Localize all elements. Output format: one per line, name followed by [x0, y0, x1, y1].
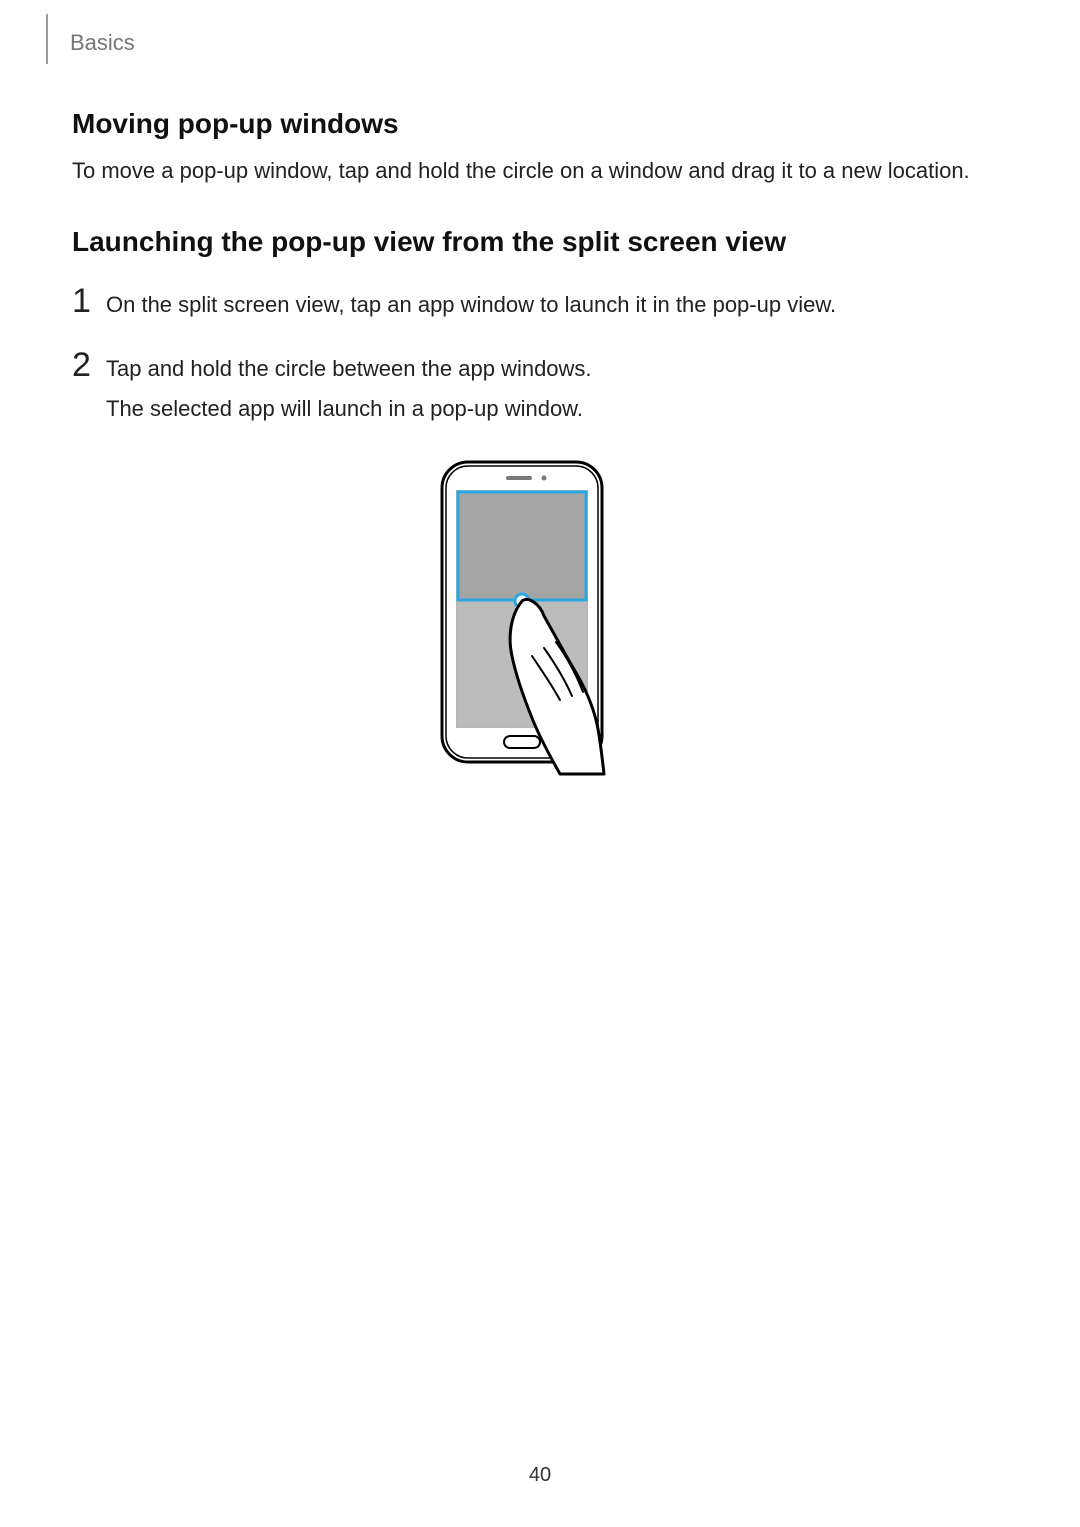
- page-content: Moving pop-up windows To move a pop-up w…: [72, 108, 1012, 786]
- step-body: On the split screen view, tap an app win…: [106, 288, 836, 328]
- body-moving-popups: To move a pop-up window, tap and hold th…: [72, 156, 1012, 186]
- figure-phone-illustration: [72, 456, 1012, 786]
- step-number: 1: [72, 284, 106, 318]
- step-number: 2: [72, 348, 106, 382]
- page-number: 40: [0, 1464, 1080, 1487]
- phone-split-screen-illustration-icon: [432, 456, 652, 786]
- header-divider: [46, 14, 48, 64]
- step-row: 2 Tap and hold the circle between the ap…: [72, 352, 1012, 432]
- section-breadcrumb: Basics: [70, 30, 135, 56]
- heading-moving-popups: Moving pop-up windows: [72, 108, 1012, 140]
- step-body: Tap and hold the circle between the app …: [106, 352, 592, 432]
- step-text: Tap and hold the circle between the app …: [106, 352, 592, 386]
- step-text: The selected app will launch in a pop-up…: [106, 392, 592, 426]
- heading-launching-popup: Launching the pop-up view from the split…: [72, 226, 1012, 258]
- step-row: 1 On the split screen view, tap an app w…: [72, 288, 1012, 328]
- manual-page: Basics Moving pop-up windows To move a p…: [0, 0, 1080, 1527]
- step-text: On the split screen view, tap an app win…: [106, 288, 836, 322]
